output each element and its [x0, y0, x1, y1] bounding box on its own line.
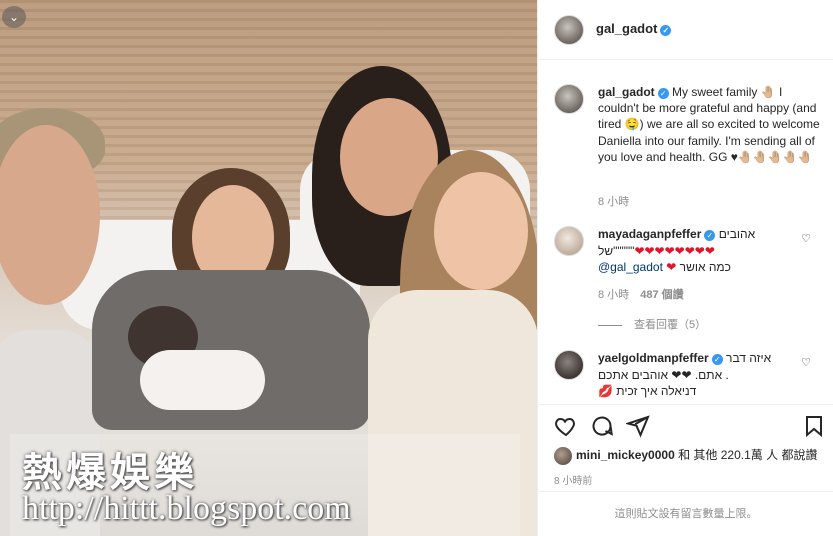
comment-bubble-icon[interactable] — [590, 414, 614, 438]
verified-badge-icon: ✓ — [704, 230, 716, 241]
comment-time: 8 小時 — [598, 289, 630, 301]
hand-emoji: 🤚🏼 — [760, 85, 776, 99]
person-girl2-face — [434, 172, 528, 290]
chevron-down-icon: ⌄ — [2, 6, 26, 28]
comment-avatar[interactable] — [554, 226, 584, 256]
comment-text: אתם. ❤❤ אוהבים אתכם . — [598, 367, 729, 382]
likes-count[interactable]: 和 其他 220.1萬 人 都說讚 — [675, 448, 817, 462]
comment-text: 💋 דניאלה איך זכית — [598, 384, 697, 398]
person-baby-body — [140, 350, 265, 410]
verified-badge-icon: ✓ — [657, 88, 669, 99]
comment-item: mayadaganpfeffer ✓ אהובים של"""""❤❤❤❤❤❤❤❤… — [598, 226, 802, 276]
verified-badge-icon: ✓ — [711, 354, 723, 365]
comment-item: yaelgoldmanpfeffer ✓ איזה דבר אתם. ❤❤ אוה… — [598, 350, 802, 400]
caption-text-1: My sweet family — [672, 85, 761, 99]
comment-likes[interactable]: 487 個讚 — [640, 289, 683, 301]
comment-avatar[interactable] — [554, 350, 584, 380]
heart-icon[interactable]: ♡ — [801, 232, 811, 245]
action-bar — [538, 404, 833, 446]
caption-time: 8 小時 — [598, 196, 630, 208]
liker-avatar[interactable] — [554, 446, 572, 465]
comment-username[interactable]: mayadaganpfeffer — [598, 227, 701, 241]
comment-mention[interactable]: @gal_gadot — [598, 260, 663, 274]
comment-text: כמה אושר — [679, 260, 731, 274]
likes-summary: mini_mickey0000 和 其他 220.1萬 人 都說讚 — [554, 446, 817, 465]
share-send-icon[interactable] — [626, 414, 650, 438]
post-header: gal_gadot ✓ — [538, 0, 833, 60]
post-photo[interactable]: ⌄ 熱爆娛樂 http://hittt.blogspot.com — [0, 0, 537, 536]
comment-text: איזה דבר — [726, 351, 772, 365]
post-side-panel: gal_gadot ✓ gal_gadot ✓ My sweet family 🤚🏼… — [537, 0, 833, 536]
comment-text: אהובים — [718, 227, 756, 241]
like-heart-icon[interactable] — [554, 414, 578, 438]
comment-username[interactable]: yaelgoldmanpfeffer — [598, 351, 709, 365]
bookmark-icon[interactable] — [802, 414, 826, 438]
post-time: 8 小時前 — [554, 476, 593, 487]
author-avatar[interactable] — [554, 15, 584, 45]
liker-username[interactable]: mini_mickey0000 — [576, 448, 675, 462]
watermark-url: http://hittt.blogspot.com — [22, 490, 351, 527]
caption-username[interactable]: gal_gadot — [598, 85, 655, 99]
comment-meta: 8 小時 487 個讚 — [598, 286, 684, 302]
caption-emoji-row: ♥🤚🏼🤚🏼🤚🏼🤚🏼🤚🏼 — [730, 149, 813, 164]
tired-emoji: 🤤 — [624, 117, 640, 132]
heart-icon[interactable]: ♡ — [801, 356, 811, 369]
comment-heart: ❤ — [666, 260, 677, 274]
view-replies-button[interactable]: 查看回覆（5） — [598, 316, 706, 332]
author-username[interactable]: gal_gadot ✓ — [596, 21, 672, 36]
comment-text: של""""" — [598, 243, 635, 258]
post-caption: gal_gadot ✓ My sweet family 🤚🏼 I couldn't… — [598, 84, 824, 165]
comments-limited-notice: 這則貼文設有留言數量上限。 — [538, 491, 833, 536]
verified-badge-icon: ✓ — [660, 25, 672, 36]
author-username-text[interactable]: gal_gadot — [596, 21, 657, 36]
comment-hearts: ❤❤❤❤❤❤❤❤ — [634, 243, 715, 258]
caption-avatar[interactable] — [554, 84, 584, 114]
divider — [598, 324, 622, 326]
view-replies-label[interactable]: 查看回覆（5） — [634, 319, 706, 331]
